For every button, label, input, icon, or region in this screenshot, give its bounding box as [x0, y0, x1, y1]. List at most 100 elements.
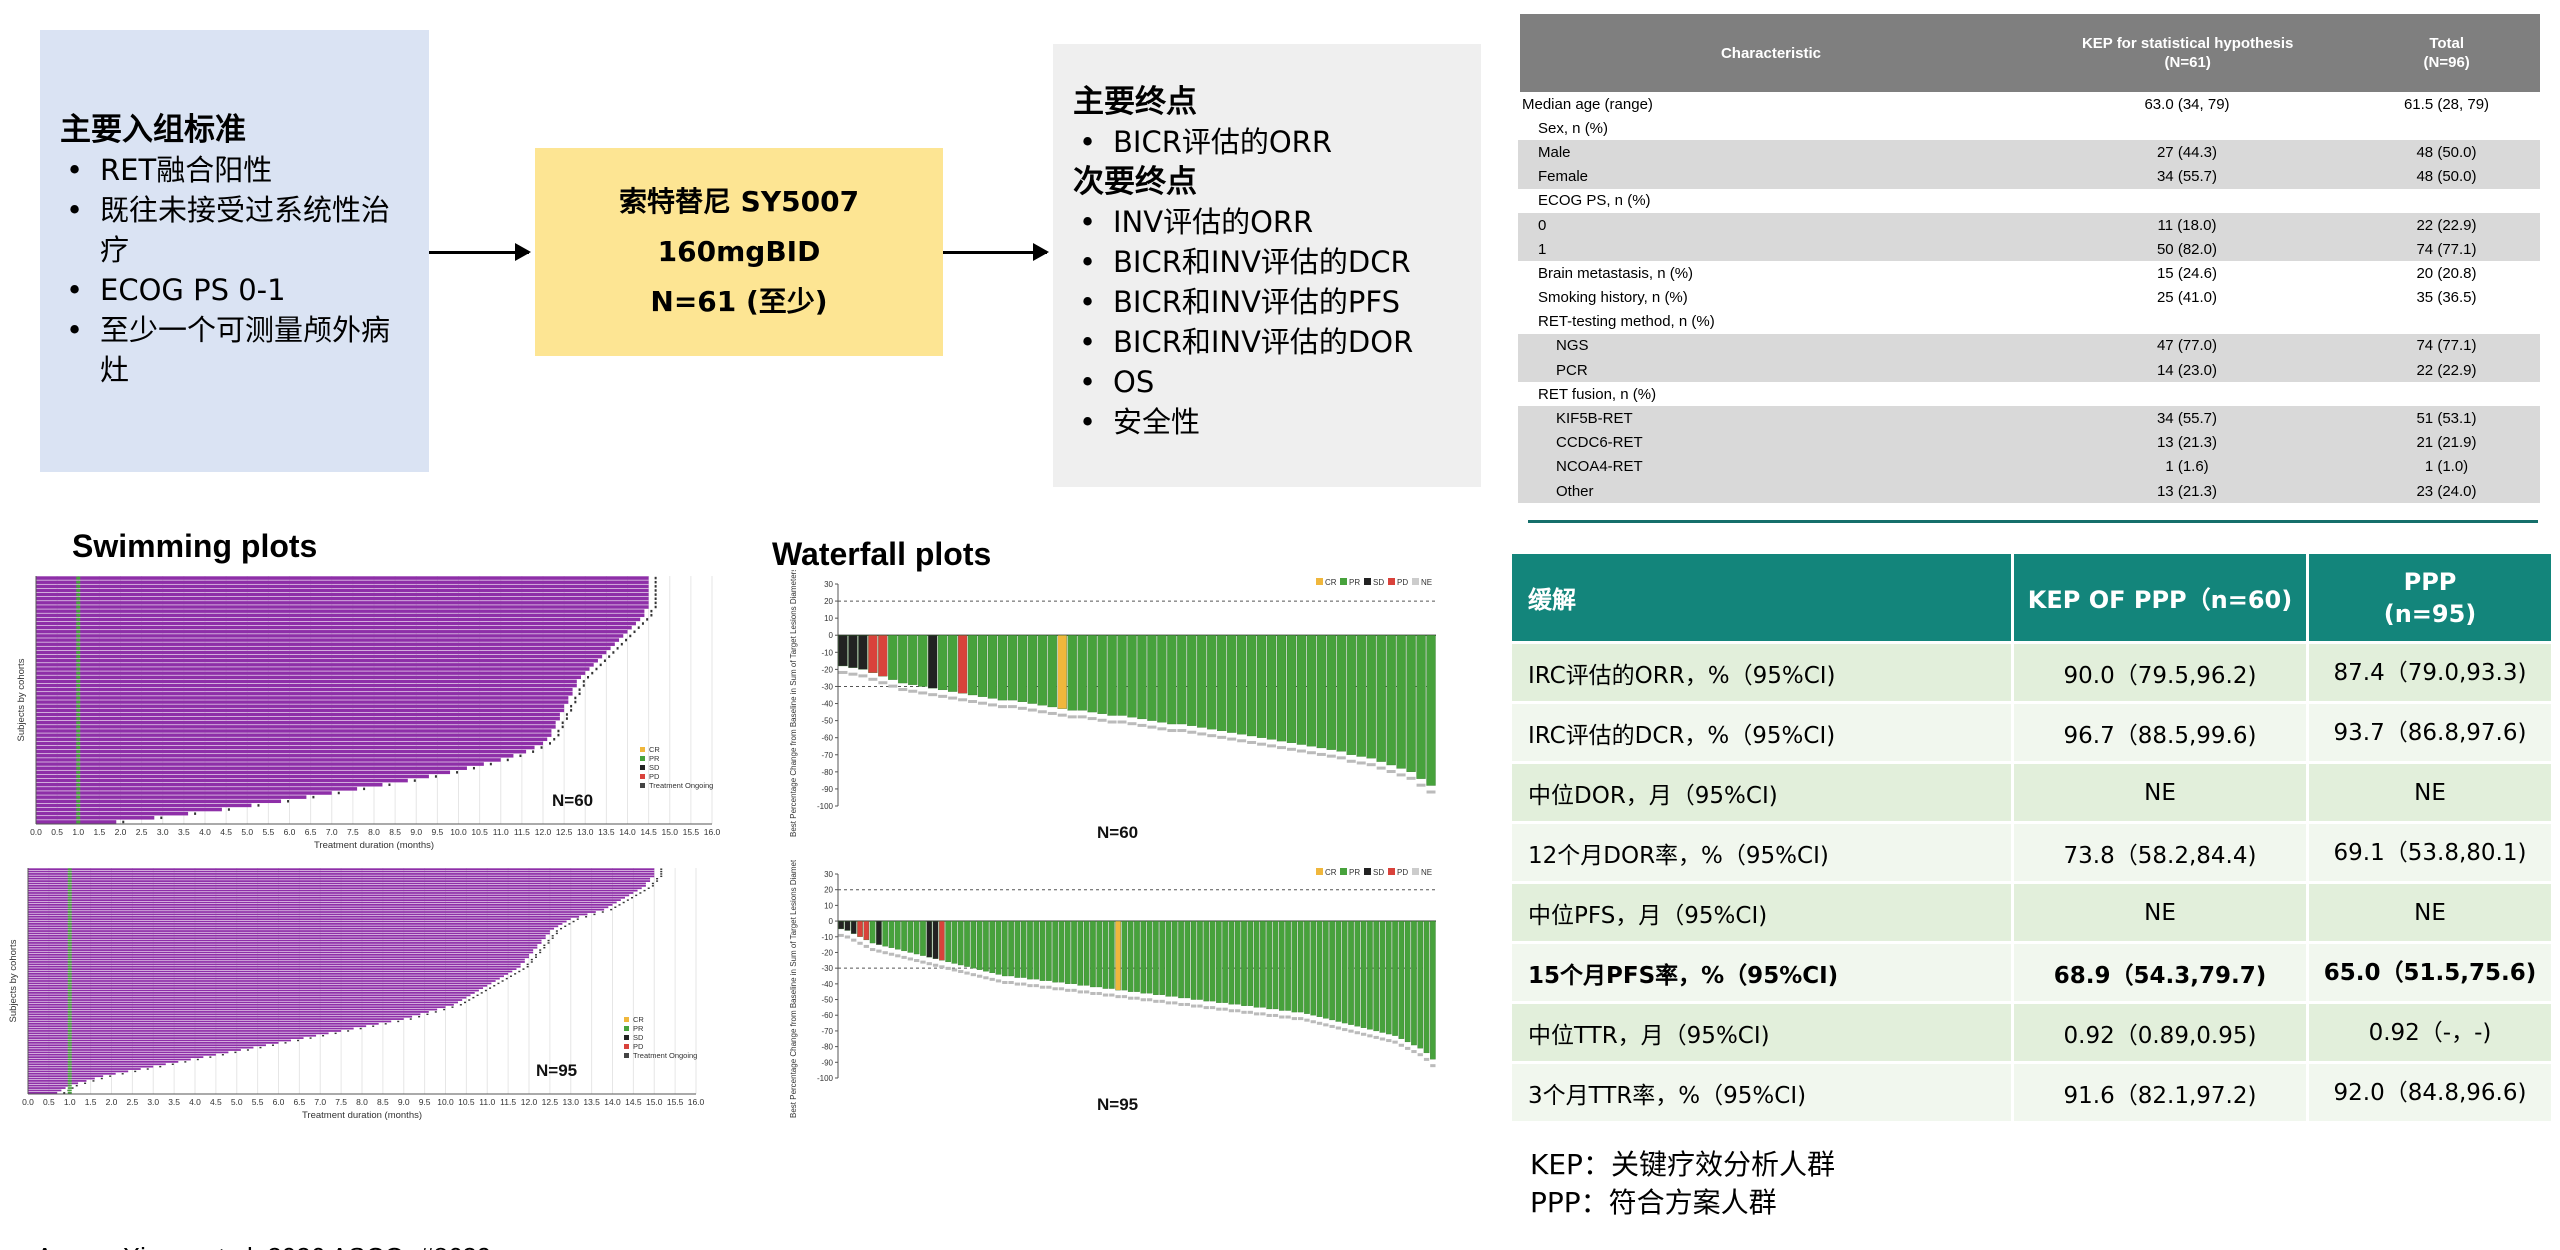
efficacy-table: 缓解 KEP OF PPP（n=60) PPP (n=95) IRC评估的ORR… — [1512, 554, 2554, 1124]
response-marker — [76, 655, 81, 659]
waterfall-bar — [1386, 635, 1396, 766]
treatment-ongoing-marker — [121, 1073, 124, 1075]
treatment-ongoing-marker — [568, 923, 571, 925]
ne-marker — [1386, 770, 1396, 774]
response-marker — [67, 1075, 72, 1077]
legend-swatch — [624, 1017, 629, 1022]
swimmer-bar — [28, 934, 546, 937]
swimmer-bar — [36, 638, 620, 642]
treatment-ongoing-marker — [599, 663, 602, 667]
treatment-ongoing-marker — [509, 975, 512, 977]
note-kep: KEP：关键疗效分析人群 — [1530, 1148, 1835, 1181]
ne-marker — [895, 954, 901, 958]
x-tick-label: 10.5 — [458, 1097, 475, 1107]
endpoint-item: INV评估的ORR — [1073, 202, 1461, 242]
header-response: 缓解 — [1512, 554, 2014, 644]
ne-marker — [1253, 1012, 1260, 1016]
endpoint-item: OS — [1073, 362, 1461, 402]
response-marker — [76, 688, 81, 692]
legend-swatch — [1388, 868, 1395, 875]
swimmer-bar — [36, 617, 641, 622]
treatment-ongoing-marker — [547, 939, 550, 942]
treatment-ongoing-marker — [603, 659, 606, 662]
ne-marker — [1184, 1002, 1191, 1006]
waterfall-bar — [1077, 920, 1084, 986]
swimmer-bar — [36, 605, 649, 609]
treatment-ongoing-marker — [576, 918, 579, 920]
swimmer-bar — [36, 580, 649, 584]
waterfall-bar — [1316, 920, 1323, 1017]
ne-marker — [1037, 710, 1047, 714]
swimmer-bar — [28, 999, 463, 1001]
waterfall-bar — [957, 635, 968, 694]
treatment-ongoing-marker — [654, 585, 657, 588]
response-marker — [76, 791, 81, 795]
treatment-ongoing-marker — [574, 696, 577, 700]
treatment-ongoing-marker — [654, 593, 657, 596]
ne-marker — [1335, 1026, 1342, 1030]
swimmer-bar — [36, 716, 560, 721]
response-marker — [76, 667, 81, 671]
ne-marker — [1146, 998, 1153, 1002]
ne-marker — [1057, 713, 1067, 717]
waterfall-bar — [1430, 920, 1436, 1060]
response-marker — [67, 1027, 72, 1030]
response-marker — [67, 999, 72, 1001]
ne-marker — [1102, 993, 1109, 997]
header-ppp-label: PPP — [2403, 567, 2457, 596]
waterfall-bar — [918, 635, 928, 687]
x-tick-label: 5.0 — [231, 1097, 243, 1107]
swimmer-bar — [28, 958, 525, 961]
primary-endpoint-title: 主要终点 — [1073, 84, 1197, 120]
response-marker — [67, 892, 72, 894]
x-tick-label: 14.5 — [625, 1097, 642, 1107]
waterfall-bar — [1392, 920, 1398, 1036]
legend-label: SD — [1373, 578, 1384, 587]
ne-marker — [1405, 1046, 1411, 1050]
ne-marker — [908, 689, 918, 693]
ne-marker — [1178, 1002, 1184, 1006]
response-marker — [67, 1087, 72, 1089]
swimmer-bar — [36, 576, 649, 580]
row-kep-value: 15 (24.6) — [2156, 264, 2218, 282]
waterfall-bar — [1064, 920, 1071, 984]
waterfall-bar — [1304, 920, 1310, 1014]
legend-label: NE — [1421, 868, 1432, 877]
treatment-ongoing-marker — [484, 989, 487, 992]
waterfall-bar — [967, 635, 978, 696]
row-total-value: 35 (36.5) — [2416, 289, 2477, 307]
row-label: PCR — [1556, 361, 1588, 379]
treatment-ongoing-marker — [570, 709, 573, 712]
row-ppp-value: 0.92（-，-) — [2309, 1004, 2554, 1064]
endpoint-item: BICR和INV评估的DOR — [1073, 322, 1461, 362]
ne-marker — [1267, 744, 1277, 748]
waterfall-bar — [1373, 920, 1379, 1032]
response-marker — [76, 634, 81, 638]
table-row: Female 34 (55.7) 48 (50.0) — [1518, 164, 2540, 189]
swimmer-bar — [28, 939, 542, 942]
ne-marker — [1065, 988, 1071, 992]
swimmer-plot-n95: 0.0 0.5 1.0 1.5 2.0 2.5 3.0 3.5 4.0 4.5 5.0 5.5 6.0 6… — [8, 868, 705, 1121]
response-marker — [67, 951, 72, 954]
response-marker — [67, 961, 72, 963]
swimmer-bar — [28, 937, 546, 940]
response-marker — [76, 803, 81, 807]
response-marker — [67, 1037, 72, 1039]
waterfall-bar — [947, 635, 958, 692]
waterfall-bar — [989, 920, 996, 974]
legend-swatch — [1340, 578, 1347, 585]
row-total-value: 51 (53.1) — [2416, 410, 2477, 428]
row-label: Smoking history, n (%) — [1538, 289, 1688, 307]
row-label: RET fusion, n (%) — [1538, 385, 1657, 403]
treatment-ongoing-marker — [505, 977, 508, 980]
treatment-ongoing-marker — [654, 597, 657, 600]
ne-marker — [1109, 993, 1115, 997]
swimmer-bar — [28, 1065, 154, 1068]
response-marker — [67, 889, 72, 892]
response-marker — [67, 975, 72, 978]
waterfall-bar — [976, 920, 983, 970]
swimmer-bar — [28, 889, 638, 892]
ne-marker — [1033, 984, 1039, 988]
table-row: Male 27 (44.3) 48 (50.0) — [1518, 140, 2540, 165]
table-row: CCDC6-RET 13 (21.3) 21 (21.9) — [1518, 430, 2540, 455]
